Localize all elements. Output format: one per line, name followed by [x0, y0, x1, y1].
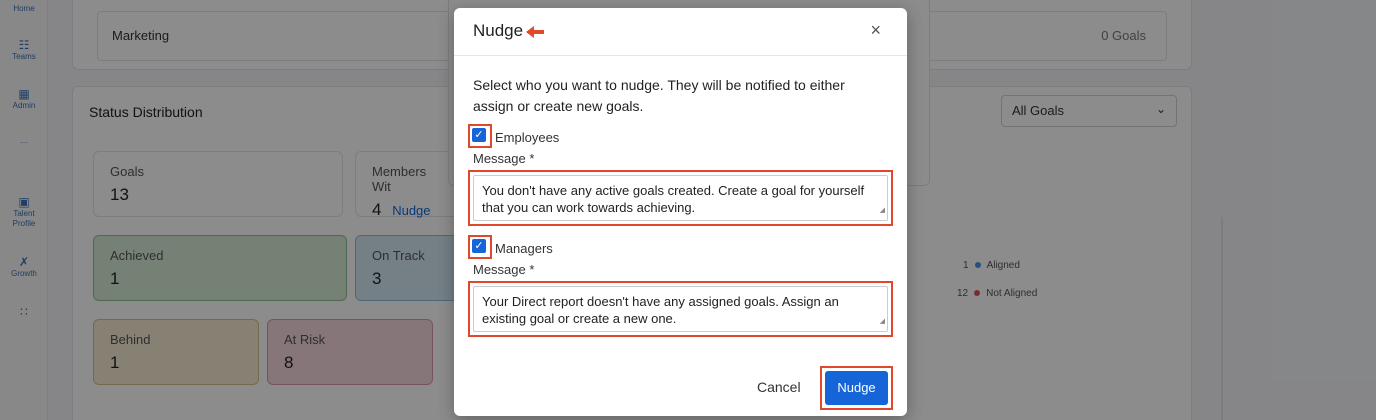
dialog-header: Nudge × — [454, 8, 907, 56]
managers-message-text: Your Direct report doesn't have any assi… — [482, 294, 839, 326]
cancel-button[interactable]: Cancel — [757, 379, 801, 395]
check-icon: ✓ — [472, 128, 486, 142]
arrow-left-icon — [526, 26, 544, 38]
managers-checkbox[interactable]: ✓ — [468, 235, 492, 259]
dialog-title: Nudge — [473, 21, 524, 40]
employees-message-textarea[interactable]: You don't have any active goals created.… — [473, 175, 888, 221]
employees-checkbox[interactable]: ✓ — [468, 124, 492, 148]
employees-message-highlight: You don't have any active goals created.… — [468, 170, 893, 226]
managers-message-textarea[interactable]: Your Direct report doesn't have any assi… — [473, 286, 888, 332]
employees-label: Employees — [495, 130, 560, 145]
nudge-dialog: Nudge × Select who you want to nudge. Th… — [454, 8, 907, 416]
employees-message-label: Message * — [473, 151, 535, 166]
managers-message-label: Message * — [473, 262, 535, 277]
nudge-button[interactable]: Nudge — [825, 371, 888, 405]
close-icon[interactable]: × — [870, 20, 881, 41]
check-icon: ✓ — [472, 239, 486, 253]
employees-message-text: You don't have any active goals created.… — [482, 183, 865, 215]
nudge-button-highlight: Nudge — [820, 366, 893, 410]
resize-grip-icon[interactable]: ◢ — [880, 202, 885, 219]
managers-label: Managers — [495, 241, 553, 256]
managers-message-highlight: Your Direct report doesn't have any assi… — [468, 281, 893, 337]
dialog-description: Select who you want to nudge. They will … — [473, 77, 845, 114]
resize-grip-icon[interactable]: ◢ — [880, 313, 885, 330]
